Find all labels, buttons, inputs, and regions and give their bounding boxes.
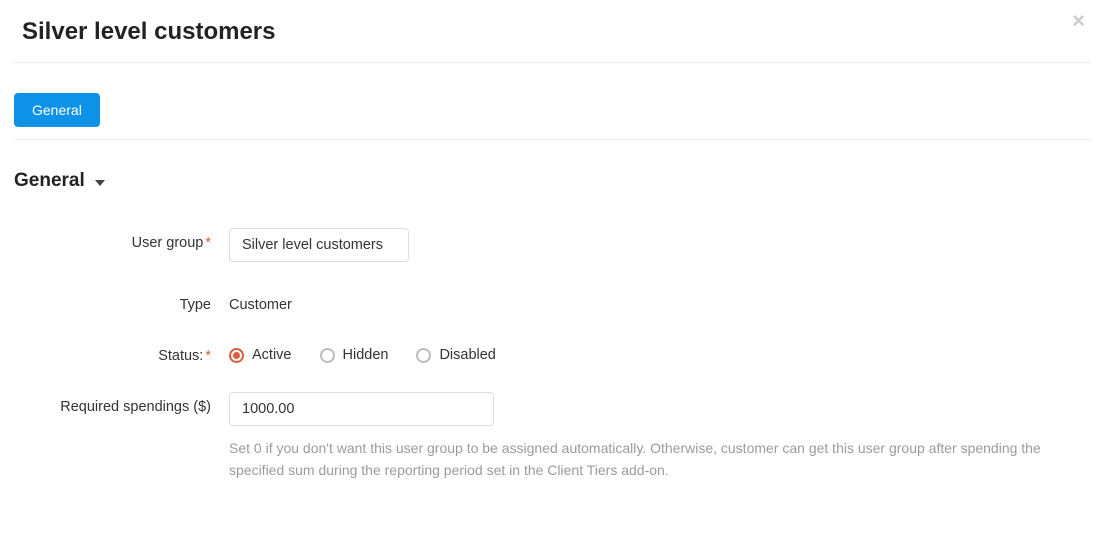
modal-header: Silver level customers (14, 0, 1091, 63)
required-indicator: * (205, 348, 211, 364)
user-group-label: User group* (14, 228, 229, 251)
section-toggle-general[interactable]: General (14, 140, 1091, 204)
type-value: Customer (229, 290, 1091, 313)
type-label: Type (14, 290, 229, 313)
caret-down-icon (95, 180, 105, 186)
status-radio-hidden[interactable]: Hidden (320, 347, 389, 363)
required-indicator: * (205, 235, 211, 251)
radio-icon (416, 348, 431, 363)
spendings-label: Required spendings ($) (14, 392, 229, 415)
tab-general[interactable]: General (14, 93, 100, 127)
required-spendings-input[interactable] (229, 392, 494, 426)
page-title: Silver level customers (22, 18, 1083, 46)
user-group-input[interactable] (229, 228, 409, 262)
tabs: General (14, 63, 1091, 140)
section-heading-label: General (14, 170, 85, 192)
radio-icon (229, 348, 244, 363)
status-radio-disabled[interactable]: Disabled (416, 347, 495, 363)
radio-icon (320, 348, 335, 363)
spendings-help-text: Set 0 if you don't want this user group … (229, 426, 1059, 481)
status-label: Status:* (14, 341, 229, 364)
close-icon[interactable]: × (1072, 10, 1085, 32)
status-radio-active[interactable]: Active (229, 347, 292, 363)
